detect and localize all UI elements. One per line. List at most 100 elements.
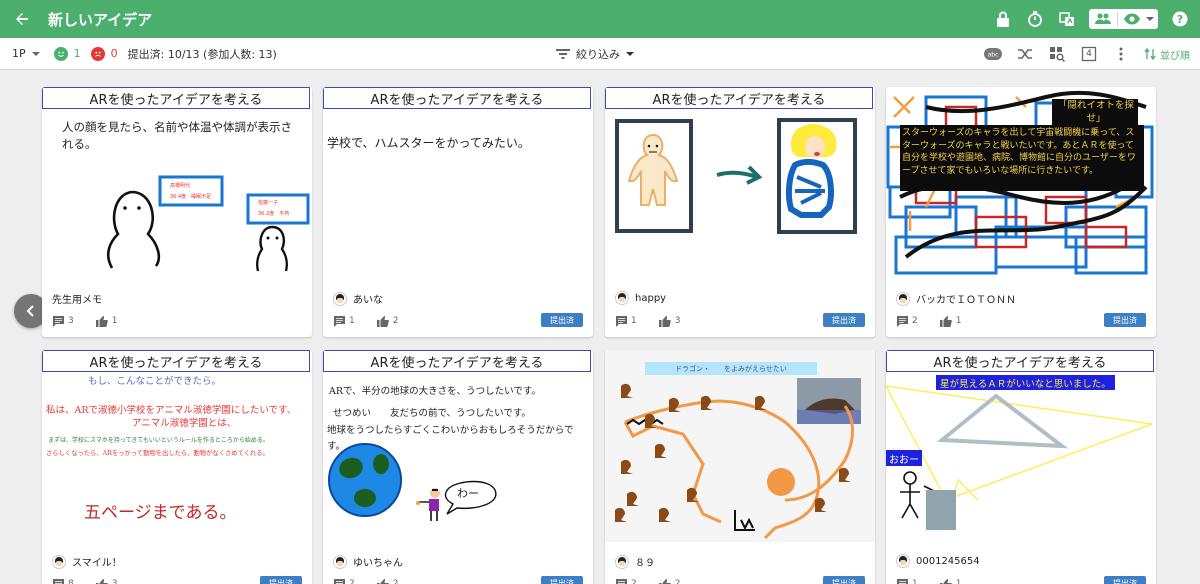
group-icon[interactable] (1093, 10, 1113, 28)
frown-icon[interactable] (90, 46, 105, 61)
back-arrow-icon[interactable] (12, 9, 32, 29)
idea-card[interactable]: ドラゴン・ をよみがえらせたい ８９ 2 2 提出済 (605, 350, 875, 584)
idea-card[interactable]: ARを使ったアイデアを考える もし、こんなことができたら。 私は、ARで淑徳小学… (42, 350, 312, 584)
drawing-hamster-arrow (615, 118, 857, 234)
lock-icon[interactable] (993, 9, 1013, 29)
like-count: 1 (111, 316, 118, 326)
more-vert-icon[interactable] (1112, 45, 1130, 63)
search-grid-icon[interactable] (1048, 45, 1066, 63)
author-name: happy (635, 292, 667, 304)
view-mode-toggle[interactable] (1089, 9, 1158, 29)
card-label: おおー (886, 450, 922, 466)
comment-icon[interactable] (52, 578, 64, 584)
idea-card[interactable]: ARを使ったアイデアを考える happy 1 3 提出済 (605, 87, 875, 337)
card-thumbnail[interactable]: ARを使ったアイデアを考える 人の顔を見たら、名前や体温や体調が表示される。 高… (42, 87, 312, 279)
filter-button[interactable]: 絞り込み (556, 38, 634, 70)
like-count: 3 (111, 579, 118, 584)
submitted-badge[interactable]: 提出済 (541, 576, 583, 584)
submitted-status: 提出済: 10/13 (参加人数: 13) (127, 47, 277, 61)
author-name: ８９ (635, 558, 655, 569)
comment-icon[interactable] (333, 315, 345, 327)
card-banner: ARを使ったアイデアを考える (42, 350, 310, 372)
timer-icon[interactable] (1025, 9, 1045, 29)
idea-card[interactable]: ARを使ったアイデアを考える 学校で、ハムスターをかってみたい。 あいな 1 2… (323, 87, 593, 337)
abc-icon[interactable]: abc (984, 45, 1002, 63)
grid-count: 4 (1086, 49, 1092, 59)
author-name: あいな (353, 295, 383, 306)
card-author: バッカでＩＯＴＯＮＮ (896, 291, 1016, 306)
like-count: 2 (392, 316, 399, 326)
card-text: 学校で、ハムスターをかってみたい。 (327, 136, 530, 150)
card-text: スターウォーズのキャラを出して宇宙戦闘機に乗って、スターウォーズのキャラと戦いた… (902, 128, 1136, 176)
card-author: あいな (333, 291, 383, 306)
card-thumbnail[interactable]: ARを使ったアイデアを考える ARで、半分の地球の大きさを、うつしたいです。 せ… (323, 350, 593, 542)
comment-count: 1 (631, 316, 637, 326)
comment-icon[interactable] (52, 315, 64, 327)
card-author: 0001245654 (896, 554, 980, 568)
card-line: 五ページまである。 (84, 503, 237, 523)
card-author: happy (615, 291, 666, 305)
avatar (896, 291, 910, 306)
submitted-badge[interactable]: 提出済 (1104, 576, 1146, 584)
bad-count: 0 (110, 47, 118, 60)
comment-icon[interactable] (615, 578, 627, 584)
thumbs-up-icon[interactable] (95, 578, 108, 584)
help-icon[interactable]: ? (1170, 9, 1190, 29)
page-selector[interactable]: 1P (12, 47, 40, 60)
app-bar: 新しいアイデア ? (0, 0, 1200, 38)
card-thumbnail[interactable]: ARを使ったアイデアを考える もし、こんなことができたら。 私は、ARで淑徳小学… (42, 350, 312, 542)
page-label: 1P (12, 47, 26, 60)
submitted-badge[interactable]: 提出済 (823, 313, 865, 327)
idea-card[interactable]: ARを使ったアイデアを考える ARで、半分の地球の大きさを、うつしたいです。 せ… (323, 350, 593, 584)
submitted-badge[interactable]: 提出済 (260, 576, 302, 584)
comment-icon[interactable] (896, 315, 908, 327)
eye-icon[interactable] (1122, 10, 1142, 28)
thumbs-up-icon[interactable] (658, 315, 671, 327)
submitted-badge[interactable]: 提出済 (1104, 313, 1146, 327)
card-thumbnail[interactable]: ARを使ったアイデアを考える 星が見えるＡＲがいいなと思いました。 おおー (886, 350, 1156, 542)
card-thumbnail[interactable]: ドラゴン・ をよみがえらせたい (605, 350, 875, 542)
smile-icon[interactable] (53, 46, 68, 61)
card-line: もし、こんなことができたら。 (88, 376, 222, 387)
translate-icon[interactable] (1057, 9, 1077, 29)
comment-count: 1 (349, 316, 355, 326)
author-name: スマイル！ (72, 558, 122, 569)
filter-icon (556, 49, 570, 59)
grid-count-icon[interactable]: 4 (1080, 45, 1098, 63)
comment-icon[interactable] (333, 578, 345, 584)
comment-icon[interactable] (896, 578, 908, 584)
drawing-dinosaur (615, 378, 861, 540)
submitted-badge[interactable]: 提出済 (541, 313, 583, 327)
card-thumbnail[interactable]: ARを使ったアイデアを考える 学校で、ハムスターをかってみたい。 (323, 87, 593, 279)
thumbs-up-icon[interactable] (95, 315, 108, 327)
chevron-down-icon (31, 51, 40, 56)
avatar (615, 554, 629, 569)
card-subtitle: 「隠れイオトを探せ」 (1057, 100, 1134, 124)
thumbs-up-icon[interactable] (658, 578, 671, 584)
submitted-badge[interactable]: 提出済 (823, 576, 865, 584)
thumbs-up-icon[interactable] (376, 315, 389, 327)
thumbs-up-icon[interactable] (939, 315, 952, 327)
comment-count: 2 (631, 579, 637, 584)
card-thumbnail[interactable]: ARを使ったアイデアを考える (605, 87, 875, 279)
avatar (615, 291, 629, 305)
idea-card[interactable]: ARを使ったアイデアを考える 星が見えるＡＲがいいなと思いました。 おおー 00… (886, 350, 1156, 584)
card-thumbnail[interactable]: 「隠れイオトを探せ」 スターウォーズのキャラを出して宇宙戦闘機に乗って、スターウ… (886, 87, 1156, 279)
sort-button[interactable]: 並び順 (1144, 47, 1190, 62)
shuffle-icon[interactable] (1016, 45, 1034, 63)
divider (1117, 12, 1118, 26)
toolbar: 1P 1 0 提出済: 10/13 (参加人数: 13) 絞り込み abc 4 (0, 38, 1200, 70)
card-stats: 2 1 (896, 315, 961, 327)
thumbs-up-icon[interactable] (939, 578, 952, 584)
thumbs-up-icon[interactable] (376, 578, 389, 584)
comment-icon[interactable] (615, 315, 627, 327)
comment-count: 8 (68, 579, 74, 584)
idea-card[interactable]: 「隠れイオトを探せ」 スターウォーズのキャラを出して宇宙戦闘機に乗って、スターウ… (886, 87, 1156, 337)
card-stats: 1 1 (896, 578, 961, 584)
card-line: アニマル淑徳学園とは、 (132, 418, 237, 429)
idea-card[interactable]: ARを使ったアイデアを考える 人の顔を見たら、名前や体温や体調が表示される。 高… (42, 87, 312, 337)
card-banner: ARを使ったアイデアを考える (323, 87, 591, 109)
label-box-2: 佐藤一子 (258, 200, 279, 206)
card-author: スマイル！ (52, 554, 122, 569)
like-count: 2 (392, 579, 399, 584)
